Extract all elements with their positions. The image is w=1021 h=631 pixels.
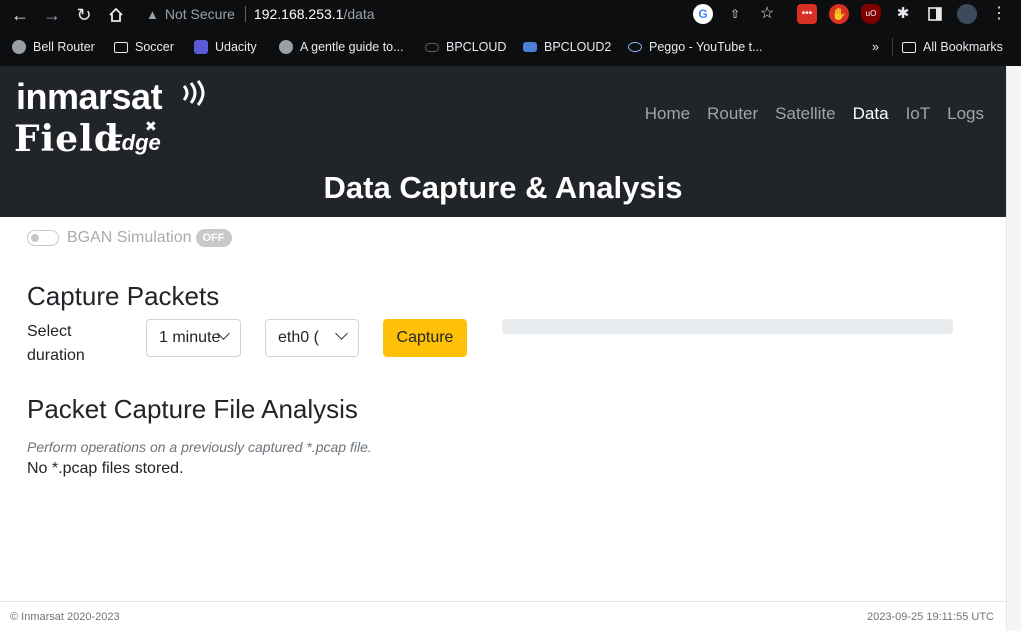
nav-iot[interactable]: IoT: [906, 104, 931, 124]
forward-arrow-icon[interactable]: →: [40, 3, 64, 27]
bookmark-item[interactable]: Udacity: [194, 38, 257, 56]
logo-field-text: Field: [14, 118, 120, 160]
nav-logs[interactable]: Logs: [947, 104, 984, 124]
globe-icon: [279, 40, 293, 54]
warning-triangle-icon: ▲: [146, 6, 159, 22]
timestamp-text: 2023-09-25 19:11:55 UTC: [867, 611, 994, 623]
address-divider: [244, 6, 246, 22]
folder-icon: [114, 41, 128, 53]
logo-inmarsat-text[interactable]: inmarsat: [16, 76, 163, 118]
nav-satellite[interactable]: Satellite: [775, 104, 835, 124]
chevron-down-icon: [335, 327, 348, 340]
extension-dots-icon[interactable]: •••: [797, 4, 817, 24]
page-footer: © Inmarsat 2020-2023 2023-09-25 19:11:55…: [0, 601, 1006, 631]
all-bookmarks-label: All Bookmarks: [923, 40, 1003, 54]
url-host: 192.168.253.1: [253, 6, 344, 22]
all-bookmarks-button[interactable]: All Bookmarks: [892, 38, 1003, 56]
security-label: Not Secure: [164, 6, 235, 22]
bgan-simulation-row: BGAN Simulation OFF: [27, 229, 232, 247]
bookmark-item[interactable]: BPCLOUD: [425, 38, 506, 56]
bookmark-item[interactable]: Soccer: [114, 38, 174, 56]
folder-icon: [902, 41, 916, 53]
capture-progress-bar: [502, 319, 953, 334]
bookmark-label: BPCLOUD2: [544, 40, 612, 54]
status-badge: OFF: [195, 229, 232, 247]
sidepanel-icon[interactable]: [925, 4, 945, 24]
globe-icon: [12, 40, 26, 54]
google-icon[interactable]: G: [693, 4, 713, 24]
page-scrollbar[interactable]: [1006, 66, 1021, 631]
home-icon[interactable]: [104, 3, 128, 27]
chevron-double-right-icon: »: [872, 40, 879, 54]
reload-icon[interactable]: ↻: [72, 3, 96, 27]
empty-state-message: No *.pcap files stored.: [27, 460, 184, 477]
bookmark-label: A gentle guide to...: [300, 40, 404, 54]
udacity-icon: [194, 40, 208, 54]
cloud-download-icon: [628, 42, 642, 52]
wd-icon: [523, 42, 537, 52]
interface-select[interactable]: eth0 (: [265, 319, 359, 357]
share-icon[interactable]: ⇧: [725, 4, 745, 24]
bookmark-label: Peggo - YouTube t...: [649, 40, 763, 54]
capture-packets-heading: Capture Packets: [27, 281, 220, 311]
bookmark-label: Udacity: [215, 40, 257, 54]
capture-button[interactable]: Capture: [383, 319, 467, 357]
toggle-knob: [31, 234, 39, 242]
avatar[interactable]: [957, 4, 977, 24]
bookmark-label: Soccer: [135, 40, 174, 54]
puzzle-icon[interactable]: ✱: [893, 4, 913, 24]
bookmark-label: BPCLOUD: [446, 40, 507, 54]
bgan-simulation-toggle[interactable]: [27, 230, 59, 246]
nav-home[interactable]: Home: [645, 104, 690, 124]
signal-waves-icon: [180, 80, 214, 113]
nav-router[interactable]: Router: [707, 104, 758, 124]
back-arrow-icon[interactable]: ←: [8, 3, 32, 27]
bookmarks-overflow-button[interactable]: »: [872, 38, 879, 56]
bookmark-item[interactable]: BPCLOUD2: [523, 38, 611, 56]
main-nav: Home Router Satellite Data IoT Logs: [628, 104, 984, 124]
star-icon[interactable]: ☆: [757, 4, 777, 24]
bookmarks-bar: Bell Router Soccer Udacity A gentle guid…: [0, 33, 1021, 61]
cloud-icon: [425, 42, 439, 52]
duration-select[interactable]: 1 minute: [146, 319, 241, 357]
duration-select-value: 1 minute: [159, 329, 221, 346]
browser-toolbar: ← → ↻ ▲ Not Secure 192.168.253.1/data G …: [0, 0, 1021, 66]
satellite-icon: ✖: [145, 118, 157, 134]
nav-data[interactable]: Data: [853, 104, 889, 124]
site-header: inmarsat Field Edge ✖ Home Router Satell…: [0, 66, 1006, 217]
browser-nav-row: ← → ↻ ▲ Not Secure 192.168.253.1/data G …: [0, 0, 1021, 30]
kebab-menu-icon[interactable]: ⋮: [989, 4, 1009, 24]
analysis-heading: Packet Capture File Analysis: [27, 394, 358, 424]
ublock-icon[interactable]: uO: [861, 4, 881, 24]
bookmark-label: Bell Router: [33, 40, 95, 54]
analysis-hint: Perform operations on a previously captu…: [27, 439, 372, 455]
copyright-text: © Inmarsat 2020-2023: [10, 611, 120, 623]
url-path: /data: [343, 6, 375, 22]
hand-extension-icon[interactable]: ✋: [829, 4, 849, 24]
bookmark-item[interactable]: A gentle guide to...: [279, 38, 404, 56]
bookmark-item[interactable]: Bell Router: [12, 38, 95, 56]
bgan-simulation-label: BGAN Simulation: [67, 229, 192, 246]
address-bar[interactable]: ▲ Not Secure 192.168.253.1/data: [146, 3, 375, 25]
interface-select-value: eth0 (: [278, 329, 319, 346]
bookmark-item[interactable]: Peggo - YouTube t...: [628, 38, 763, 56]
duration-label: Select duration: [27, 323, 85, 364]
page-title: Data Capture & Analysis: [323, 170, 683, 205]
